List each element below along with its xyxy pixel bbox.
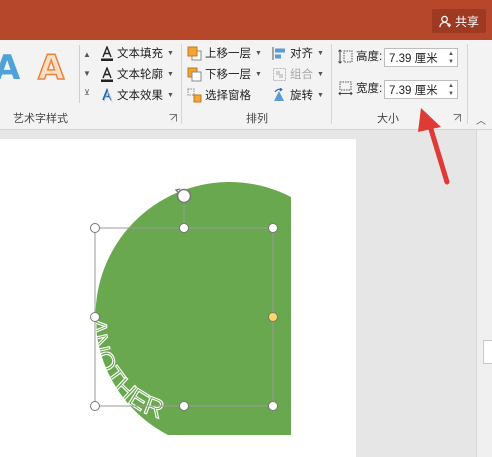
resize-handle-left[interactable] bbox=[90, 312, 100, 322]
slide-content-layer: ANOTHER bbox=[82, 108, 450, 435]
resize-handle-top-right[interactable] bbox=[268, 223, 278, 233]
resize-handle-top-left[interactable] bbox=[90, 223, 100, 233]
resize-handle-bottom-left[interactable] bbox=[90, 401, 100, 411]
resize-handle-top[interactable] bbox=[179, 223, 189, 233]
resize-handle-bottom[interactable] bbox=[179, 401, 189, 411]
annotation-arrow bbox=[418, 108, 450, 185]
adjustment-handle[interactable] bbox=[268, 312, 278, 322]
resize-handle-bottom-right[interactable] bbox=[268, 401, 278, 411]
